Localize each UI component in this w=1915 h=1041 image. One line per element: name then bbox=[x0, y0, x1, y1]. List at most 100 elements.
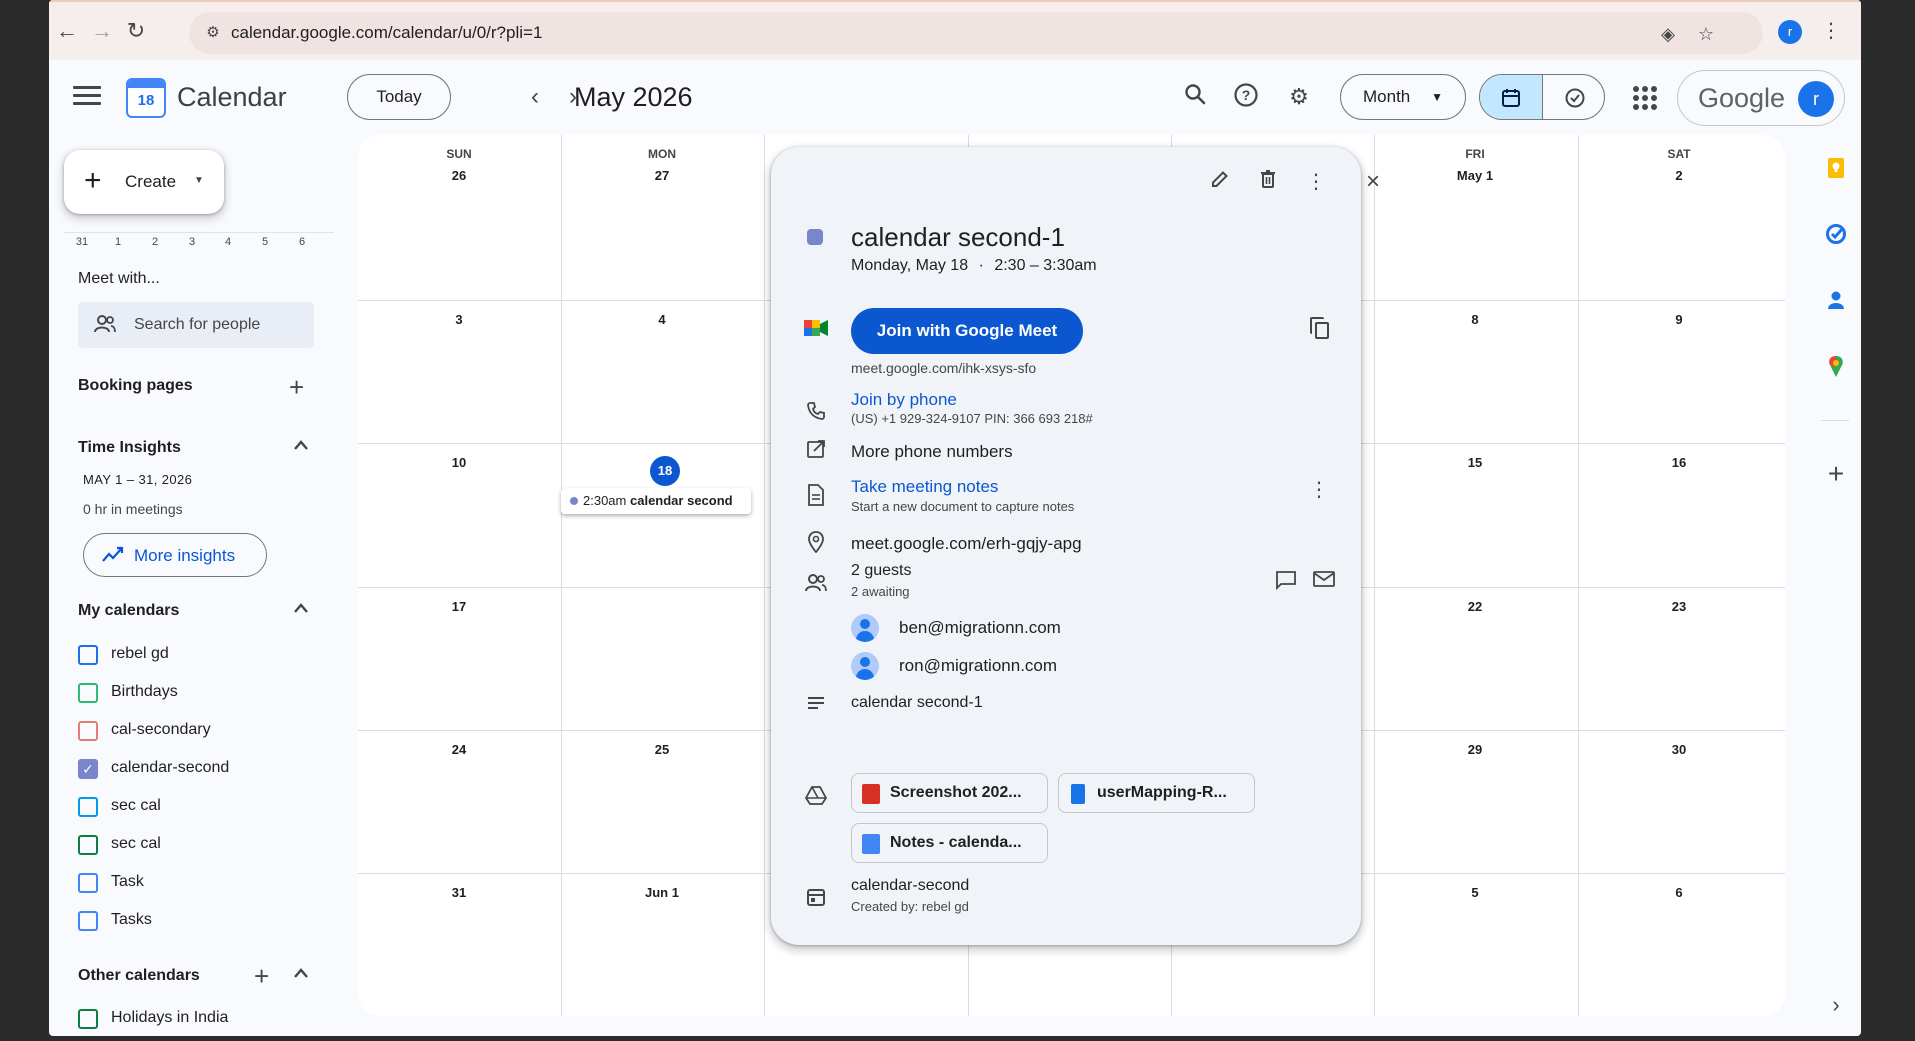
url-text[interactable]: calendar.google.com/calendar/u/0/r?pli=1 bbox=[231, 23, 542, 43]
reload-icon[interactable]: ↻ bbox=[123, 18, 149, 44]
calendar-checkbox[interactable] bbox=[78, 911, 98, 931]
more-options-icon[interactable]: ⋮ bbox=[1303, 169, 1329, 195]
checkmark-icon[interactable]: ✓ bbox=[78, 759, 98, 779]
calendar-item-task[interactable]: Task bbox=[78, 871, 328, 895]
day-number[interactable]: 26 bbox=[359, 168, 559, 183]
close-icon[interactable]: × bbox=[1360, 169, 1386, 195]
google-account-button[interactable]: Google r bbox=[1677, 70, 1845, 126]
contacts-icon[interactable] bbox=[1824, 289, 1848, 313]
chevron-up-icon[interactable] bbox=[293, 600, 309, 620]
day-number[interactable]: Jun 1 bbox=[562, 885, 762, 900]
address-bar[interactable]: ⚙ calendar.google.com/calendar/u/0/r?pli… bbox=[189, 12, 1763, 54]
today-button[interactable]: Today bbox=[347, 74, 451, 120]
day-number[interactable]: 31 bbox=[359, 885, 559, 900]
chevron-right-icon[interactable]: › bbox=[1824, 993, 1848, 1017]
site-settings-icon[interactable]: ⚙ bbox=[203, 23, 223, 43]
chevron-up-icon[interactable] bbox=[293, 437, 309, 457]
edit-pencil-icon[interactable] bbox=[1207, 169, 1233, 195]
caret-down-icon[interactable]: ▼ bbox=[194, 175, 204, 186]
day-number[interactable]: 27 bbox=[562, 168, 762, 183]
calendar-view-icon[interactable] bbox=[1480, 75, 1543, 119]
notes-more-options-icon[interactable]: ⋮ bbox=[1309, 477, 1329, 503]
day-number[interactable]: 8 bbox=[1375, 312, 1575, 327]
mini-day[interactable]: 6 bbox=[294, 236, 310, 248]
more-insights-button[interactable]: More insights bbox=[83, 533, 267, 577]
view-selector-button[interactable]: Month ▼ bbox=[1340, 74, 1466, 120]
search-icon[interactable] bbox=[1180, 82, 1210, 112]
tasks-view-icon[interactable] bbox=[1543, 75, 1604, 119]
more-phone-numbers-link[interactable]: More phone numbers bbox=[851, 442, 1013, 462]
maps-icon[interactable] bbox=[1824, 355, 1848, 379]
calendar-item-cal-secondary[interactable]: cal-secondary bbox=[78, 719, 328, 743]
day-number[interactable]: 9 bbox=[1579, 312, 1779, 327]
today-date-badge[interactable]: 18 bbox=[650, 456, 680, 486]
chat-bubble-icon[interactable] bbox=[1274, 570, 1298, 594]
add-other-calendar-icon[interactable]: + bbox=[254, 963, 269, 989]
add-addon-plus-icon[interactable]: + bbox=[1824, 460, 1848, 488]
calendar-item-holidays-in-india[interactable]: Holidays in India bbox=[78, 1007, 328, 1031]
mini-day[interactable]: 4 bbox=[220, 236, 236, 248]
day-number[interactable]: 24 bbox=[359, 742, 559, 757]
back-arrow-icon[interactable]: ← bbox=[54, 18, 80, 44]
extension-icon[interactable]: ◈ bbox=[1657, 23, 1679, 45]
calendar-checkbox[interactable] bbox=[78, 873, 98, 893]
calendar-item-sec-cal-2[interactable]: sec cal bbox=[78, 833, 328, 857]
event-location[interactable]: meet.google.com/erh-gqjy-apg bbox=[851, 534, 1082, 554]
previous-month-icon[interactable]: ‹ bbox=[522, 84, 548, 110]
calendar-item-tasks[interactable]: Tasks bbox=[78, 909, 328, 933]
add-booking-page-icon[interactable]: + bbox=[289, 374, 304, 400]
day-number[interactable]: 2 bbox=[1579, 168, 1779, 183]
day-number[interactable]: 17 bbox=[359, 599, 559, 614]
browser-profile-avatar[interactable]: r bbox=[1778, 20, 1802, 44]
join-google-meet-button[interactable]: Join with Google Meet bbox=[851, 308, 1083, 354]
day-number[interactable]: 10 bbox=[359, 455, 559, 470]
mini-day[interactable]: 3 bbox=[184, 236, 200, 248]
meet-link[interactable]: meet.google.com/ihk-xsys-sfo bbox=[851, 360, 1036, 376]
event-chip[interactable]: 2:30am calendar second bbox=[561, 488, 751, 514]
browser-menu-icon[interactable]: ⋮ bbox=[1821, 18, 1841, 44]
mini-day[interactable]: 1 bbox=[110, 236, 126, 248]
guest-email[interactable]: ron@migrationn.com bbox=[899, 656, 1057, 676]
attachment-chip[interactable]: Notes - calenda... bbox=[851, 823, 1048, 863]
day-number[interactable]: 16 bbox=[1579, 455, 1779, 470]
day-number[interactable]: 22 bbox=[1375, 599, 1575, 614]
main-menu-icon[interactable] bbox=[73, 86, 101, 108]
help-icon[interactable]: ? bbox=[1231, 82, 1261, 112]
day-number[interactable]: 29 bbox=[1375, 742, 1575, 757]
day-number[interactable]: 15 bbox=[1375, 455, 1575, 470]
day-number[interactable]: 25 bbox=[562, 742, 762, 757]
calendar-item-sec-cal[interactable]: sec cal bbox=[78, 795, 328, 819]
calendar-checkbox[interactable] bbox=[78, 721, 98, 741]
calendar-checkbox[interactable] bbox=[78, 645, 98, 665]
attachment-chip[interactable]: Screenshot 202... bbox=[851, 773, 1048, 813]
calendar-checkbox[interactable] bbox=[78, 797, 98, 817]
calendar-checkbox[interactable] bbox=[78, 1009, 98, 1029]
forward-arrow-icon[interactable]: → bbox=[89, 18, 115, 44]
account-avatar[interactable]: r bbox=[1798, 81, 1834, 117]
day-number[interactable]: 4 bbox=[562, 312, 762, 327]
calendar-item-calendar-second[interactable]: ✓ calendar-second bbox=[78, 757, 328, 781]
mini-day[interactable]: 5 bbox=[257, 236, 273, 248]
day-number[interactable]: 30 bbox=[1579, 742, 1779, 757]
day-number[interactable]: 6 bbox=[1579, 885, 1779, 900]
copy-icon[interactable] bbox=[1310, 317, 1332, 341]
take-meeting-notes-link[interactable]: Take meeting notes bbox=[851, 477, 998, 497]
day-number[interactable]: May 1 bbox=[1375, 168, 1575, 183]
mini-day[interactable]: 2 bbox=[147, 236, 163, 248]
search-people-input[interactable]: Search for people bbox=[78, 302, 314, 348]
day-number[interactable]: 5 bbox=[1375, 885, 1575, 900]
google-apps-icon[interactable] bbox=[1633, 86, 1657, 110]
tasks-icon[interactable] bbox=[1824, 223, 1848, 247]
calendar-tasks-toggle[interactable] bbox=[1479, 74, 1605, 120]
create-button[interactable]: + Create ▼ bbox=[64, 150, 224, 214]
join-by-phone-link[interactable]: Join by phone bbox=[851, 390, 957, 410]
calendar-checkbox[interactable] bbox=[78, 835, 98, 855]
bookmark-star-icon[interactable]: ☆ bbox=[1695, 23, 1717, 45]
calendar-item-rebel-gd[interactable]: rebel gd bbox=[78, 643, 328, 667]
guest-email[interactable]: ben@migrationn.com bbox=[899, 618, 1061, 638]
delete-trash-icon[interactable] bbox=[1255, 169, 1281, 195]
calendar-checkbox[interactable] bbox=[78, 683, 98, 703]
settings-gear-icon[interactable]: ⚙ bbox=[1284, 82, 1314, 112]
mini-day[interactable]: 31 bbox=[74, 236, 90, 248]
calendar-item-birthdays[interactable]: Birthdays bbox=[78, 681, 328, 705]
